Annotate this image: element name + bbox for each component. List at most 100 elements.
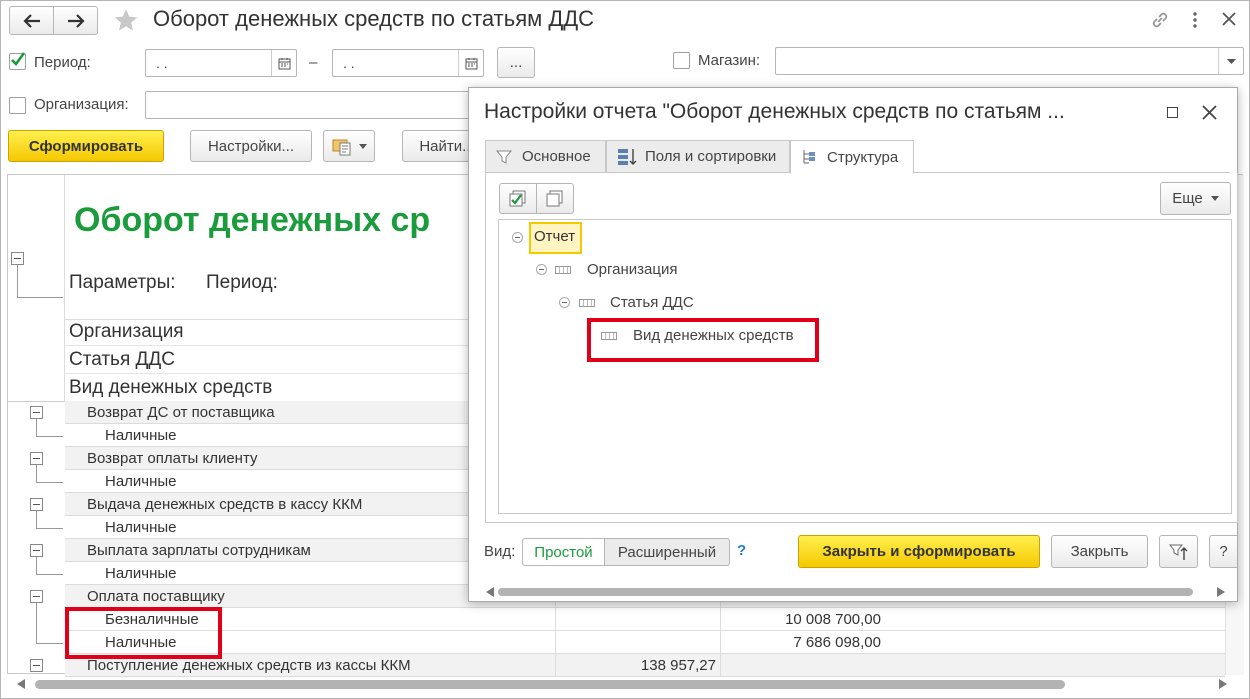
money-type-highlight — [587, 318, 819, 362]
view-label: Вид: — [484, 543, 516, 560]
check-all-button[interactable] — [499, 183, 537, 214]
row-label: Наличные — [105, 565, 177, 582]
view-simple-button[interactable]: Простой — [522, 538, 605, 566]
close-and-generate-button[interactable]: Закрыть и сформировать — [798, 535, 1040, 568]
arrow-left-icon — [22, 13, 40, 28]
shop-label: Магазин: — [698, 52, 761, 69]
row-value-2 — [721, 654, 881, 677]
organization-input[interactable] — [145, 91, 471, 119]
table-row[interactable]: Наличные 7 686 098,00 — [65, 631, 1225, 654]
tree-collapse-organization[interactable] — [536, 264, 547, 275]
uncheck-all-icon — [546, 190, 563, 206]
report-variant-icon — [332, 139, 350, 156]
row-value-2: 10 008 700,00 — [785, 611, 881, 628]
chevron-down-icon — [1210, 196, 1219, 201]
row-label: Наличные — [105, 519, 177, 536]
generate-button[interactable]: Сформировать — [8, 130, 164, 162]
row-label: Возврат оплаты клиенту — [87, 450, 258, 467]
grouping-icon — [555, 266, 571, 274]
favorite-star-icon[interactable] — [112, 7, 140, 34]
table-row[interactable]: Безналичные 10 008 700,00 — [65, 608, 1225, 631]
row-value-1: 138 957,27 — [640, 657, 716, 674]
tab-basic[interactable]: Основное — [485, 140, 606, 173]
variant-menu-button[interactable] — [323, 130, 375, 162]
forward-button[interactable] — [53, 6, 98, 35]
scroll-thumb[interactable] — [35, 680, 1065, 689]
organization-checkbox[interactable] — [9, 97, 26, 114]
more-menu-icon[interactable] — [1191, 10, 1199, 30]
check-all-icon — [509, 190, 526, 206]
shop-input[interactable] — [775, 47, 1244, 75]
dialog-scroll-thumb[interactable] — [498, 588, 1193, 596]
row-label: Выдача денежных средств в кассу ККМ — [87, 496, 363, 513]
row-label: Возврат ДС от поставщика — [87, 404, 275, 421]
shop-checkbox[interactable] — [673, 52, 690, 69]
scroll-right-icon[interactable] — [1219, 679, 1227, 689]
shop-dropdown-button[interactable] — [1218, 48, 1243, 74]
window-title: Оборот денежных средств по статьям ДДС — [153, 6, 595, 31]
filter-settings-button[interactable] — [1159, 535, 1198, 568]
view-help-link[interactable]: ? — [737, 542, 746, 559]
row-label: Оплата поставщику — [87, 588, 225, 605]
report-title: Оборот денежных ср — [74, 201, 431, 239]
tab-structure[interactable]: Структура — [790, 140, 914, 174]
row-value-1 — [556, 631, 716, 654]
horizontal-scrollbar[interactable] — [7, 676, 1243, 694]
filter-settings-icon — [1168, 544, 1187, 560]
chevron-down-icon — [358, 143, 367, 149]
close-button[interactable]: Закрыть — [1051, 535, 1148, 568]
period-to-calendar-button[interactable] — [458, 50, 483, 76]
help-button[interactable]: ? — [1209, 535, 1237, 568]
filter-icon — [496, 150, 512, 164]
row-label: Выплата зарплаты сотрудникам — [87, 542, 311, 559]
more-actions-button[interactable]: Еще — [1160, 182, 1231, 215]
tab-fields-label: Поля и сортировки — [645, 148, 777, 165]
row-collapse-toggle[interactable] — [30, 452, 43, 465]
back-button[interactable] — [9, 6, 54, 35]
period-from-calendar-button[interactable] — [271, 50, 296, 76]
row-collapse-toggle[interactable] — [30, 544, 43, 557]
row-label: Наличные — [105, 427, 177, 444]
row-collapse-toggle[interactable] — [30, 659, 43, 672]
maximize-icon[interactable] — [1167, 107, 1178, 118]
collapse-header-toggle[interactable] — [11, 252, 24, 265]
close-window-icon[interactable] — [1221, 11, 1237, 27]
uncheck-all-button[interactable] — [536, 183, 574, 214]
close-dialog-icon[interactable] — [1202, 105, 1217, 120]
period-from-value: . . — [156, 55, 168, 71]
group-header-money-type: Вид денежных средств — [69, 377, 273, 398]
tree-node-report-label: Отчет — [534, 228, 576, 245]
more-actions-label: Еще — [1172, 190, 1203, 207]
scroll-left-icon[interactable] — [486, 587, 494, 597]
arrow-right-icon — [67, 13, 85, 28]
calendar-icon — [465, 57, 477, 69]
params-label: Параметры: — [69, 272, 176, 293]
row-collapse-toggle[interactable] — [30, 590, 43, 603]
tree-collapse-article[interactable] — [559, 297, 570, 308]
period-checkbox[interactable] — [9, 52, 26, 70]
dialog-title: Настройки отчета "Оборот денежных средст… — [484, 100, 1065, 123]
row-value-1 — [556, 608, 716, 631]
scroll-right-icon[interactable] — [1217, 587, 1225, 597]
period-select-button[interactable]: ... — [497, 47, 535, 78]
period-dash: – — [309, 54, 318, 71]
tree-node-article[interactable]: Статья ДДС — [610, 294, 694, 311]
scroll-left-icon[interactable] — [17, 679, 25, 689]
checkmark-icon — [11, 52, 26, 66]
tree-node-organization[interactable]: Организация — [587, 261, 677, 278]
settings-button[interactable]: Настройки... — [190, 130, 312, 162]
group-header-organization: Организация — [69, 321, 184, 342]
view-extended-button[interactable]: Расширенный — [604, 538, 730, 566]
table-row[interactable]: Поступление денежных средств из кассы КК… — [65, 654, 1225, 677]
tree-collapse-root[interactable] — [512, 232, 523, 243]
dialog-scrollbar[interactable] — [485, 584, 1230, 600]
organization-label: Организация: — [34, 96, 129, 113]
link-icon[interactable] — [1149, 9, 1171, 31]
row-collapse-toggle[interactable] — [30, 498, 43, 511]
tab-fields-sorting[interactable]: Поля и сортировки — [606, 140, 790, 173]
period-label: Период: — [34, 54, 91, 71]
row-collapse-toggle[interactable] — [30, 406, 43, 419]
chevron-down-icon — [1226, 58, 1236, 64]
period-to-value: . . — [343, 55, 355, 71]
calendar-icon — [278, 57, 290, 69]
